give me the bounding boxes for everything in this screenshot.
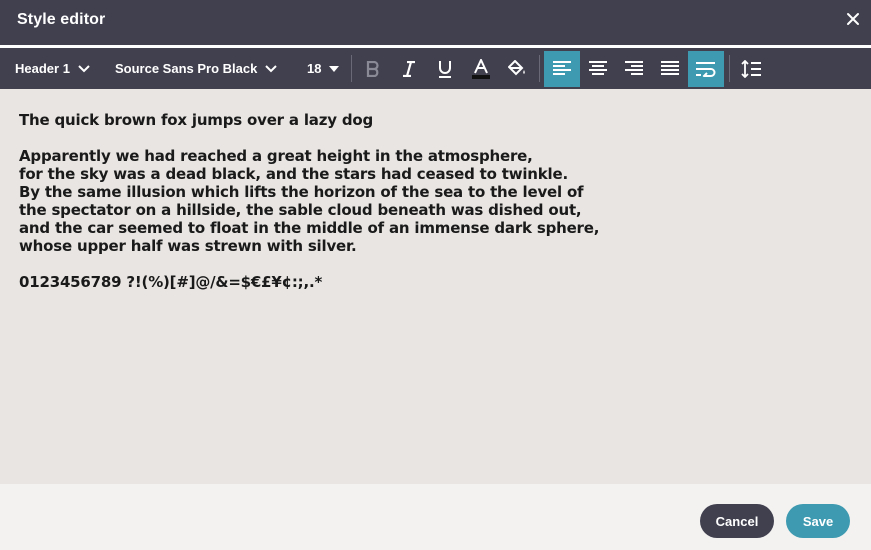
dialog-footer: Cancel Save [0, 484, 871, 550]
underline-button[interactable] [427, 51, 463, 87]
chevron-down-icon [78, 64, 90, 72]
align-left-button[interactable] [544, 51, 580, 87]
preview-heading: The quick brown fox jumps over a lazy do… [19, 111, 374, 129]
preview-line: the spectator on a hillside, the sable c… [19, 201, 582, 219]
preview-line: Apparently we had reached a great height… [19, 147, 533, 165]
align-justify-button[interactable] [652, 51, 688, 87]
preview-line: By the same illusion which lifts the hor… [19, 183, 584, 201]
align-center-button[interactable] [580, 51, 616, 87]
bold-icon [366, 61, 379, 77]
dialog-header: Style editor [0, 0, 871, 45]
font-select[interactable]: Source Sans Pro Black [115, 48, 278, 89]
preview-line: and the car seemed to float in the middl… [19, 219, 600, 237]
style-select-value: Header 1 [15, 61, 70, 76]
size-select[interactable]: 18 [307, 48, 340, 89]
italic-icon [403, 61, 415, 77]
dialog-title: Style editor [17, 11, 106, 28]
cancel-button[interactable]: Cancel [700, 504, 774, 538]
paint-bucket-icon [508, 60, 525, 76]
align-right-icon [625, 61, 643, 75]
close-icon[interactable] [845, 11, 861, 27]
align-right-button[interactable] [616, 51, 652, 87]
wrap-text-icon [696, 62, 716, 77]
line-height-icon [741, 60, 761, 78]
underline-icon [439, 61, 451, 78]
formatting-toolbar: Header 1 Source Sans Pro Black 18 [0, 48, 871, 89]
align-left-icon [553, 61, 571, 75]
align-justify-icon [661, 61, 679, 75]
font-select-value: Source Sans Pro Black [115, 61, 258, 76]
text-preview-area[interactable]: The quick brown fox jumps over a lazy do… [0, 89, 871, 484]
toolbar-divider [539, 55, 540, 82]
line-height-button[interactable] [733, 51, 769, 87]
save-button[interactable]: Save [786, 504, 850, 538]
size-select-value: 18 [307, 61, 322, 76]
chevron-down-icon [265, 64, 278, 72]
text-color-button[interactable] [463, 51, 499, 87]
bold-button[interactable] [355, 51, 391, 87]
wrap-text-button[interactable] [688, 51, 724, 87]
preview-line: whose upper half was strewn with silver. [19, 237, 357, 255]
caret-down-icon [329, 65, 340, 72]
preview-symbols: 0123456789 ?!(%)[#]@/&=$€£¥¢:;,.* [19, 273, 323, 291]
fill-color-button[interactable] [499, 51, 535, 87]
text-color-icon [472, 59, 490, 79]
preview-line: for the sky was a dead black, and the st… [19, 165, 568, 183]
toolbar-divider [729, 55, 730, 82]
style-select[interactable]: Header 1 [15, 48, 90, 89]
italic-button[interactable] [391, 51, 427, 87]
toolbar-divider [351, 55, 352, 82]
align-center-icon [589, 61, 607, 75]
preview-content: The quick brown fox jumps over a lazy do… [19, 111, 599, 291]
